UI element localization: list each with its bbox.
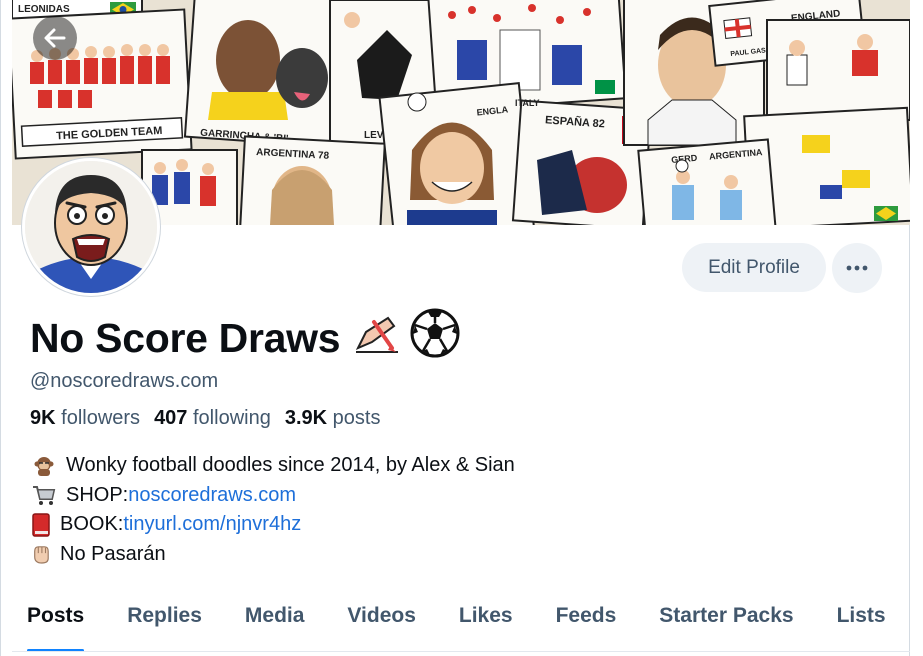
banner-card-argentina-78: ARGENTINA 78 (238, 135, 386, 225)
raised-fist-icon (32, 542, 50, 566)
bio-text: Wonky football doodles since 2014, by Al… (66, 454, 515, 476)
banner-card-argentina: ARGENTINA GERD (637, 138, 778, 225)
followers-label: followers (61, 407, 141, 429)
following-count: 407 (154, 407, 188, 429)
soccer-ball-emoji-icon (410, 308, 460, 368)
more-options-button[interactable] (832, 243, 882, 293)
red-book-icon (32, 513, 50, 537)
bio-line: SHOP: noscoredraws.com (32, 481, 515, 511)
ellipsis-icon (846, 265, 868, 271)
tabs-divider (12, 651, 910, 652)
bio-text: SHOP: (66, 483, 129, 506)
following-stat[interactable]: 407 following (154, 407, 271, 430)
pencil-writing-emoji-icon (352, 312, 404, 364)
posts-count: 3.9K (284, 407, 328, 429)
following-label: following (193, 407, 271, 429)
tab-videos[interactable]: Videos (332, 590, 430, 650)
banner-card-lineker: ENGLA (378, 81, 536, 225)
profile-name-row: No Score Draws (30, 308, 460, 368)
banner-card-garrincha: GARRINCHA & 'BI' (183, 0, 347, 149)
tab-posts[interactable]: Posts (12, 590, 99, 652)
edit-profile-button[interactable]: Edit Profile (682, 243, 826, 292)
bio-text: BOOK: (60, 513, 124, 535)
posts-stat: 3.9K posts (285, 407, 381, 430)
tab-replies[interactable]: Replies (112, 590, 217, 650)
avatar[interactable] (22, 158, 160, 296)
bio-text: No Pasarán (60, 542, 166, 565)
back-button[interactable] (33, 16, 77, 60)
profile-bio: Wonky football doodles since 2014, by Al… (32, 451, 515, 569)
tab-feeds[interactable]: Feeds (541, 590, 632, 650)
tab-media[interactable]: Media (230, 590, 320, 650)
posts-label: posts (332, 407, 381, 429)
bio-line: No Pasarán (32, 540, 515, 570)
shop-link[interactable]: noscoredraws.com (128, 481, 296, 511)
profile-tabs: Posts Replies Media Videos Likes Feeds S… (12, 590, 910, 656)
banner-label: LEONIDAS (18, 4, 70, 15)
bio-line: Wonky football doodles since 2014, by Al… (32, 451, 515, 481)
banner-card-england-players (766, 19, 910, 121)
tab-starter-packs[interactable]: Starter Packs (644, 590, 808, 650)
banner-label: ITALY (515, 98, 540, 108)
bio-line: BOOK: tinyurl.com/njnvr4hz (32, 510, 515, 540)
avatar-illustration (25, 161, 157, 293)
monkey-emoji-icon (32, 454, 56, 478)
shopping-cart-emoji-icon (32, 483, 56, 507)
followers-stat[interactable]: 9K followers (30, 407, 140, 430)
book-link[interactable]: tinyurl.com/njnvr4hz (123, 510, 301, 540)
profile-handle: @noscoredraws.com (30, 370, 219, 392)
tab-likes[interactable]: Likes (444, 590, 528, 650)
tab-lists[interactable]: Lists (822, 590, 901, 650)
arrow-left-icon (44, 28, 66, 48)
followers-count: 9K (30, 407, 56, 429)
profile-stats: 9K followers 407 following 3.9K posts (30, 407, 380, 430)
display-name: No Score Draws (30, 314, 341, 361)
